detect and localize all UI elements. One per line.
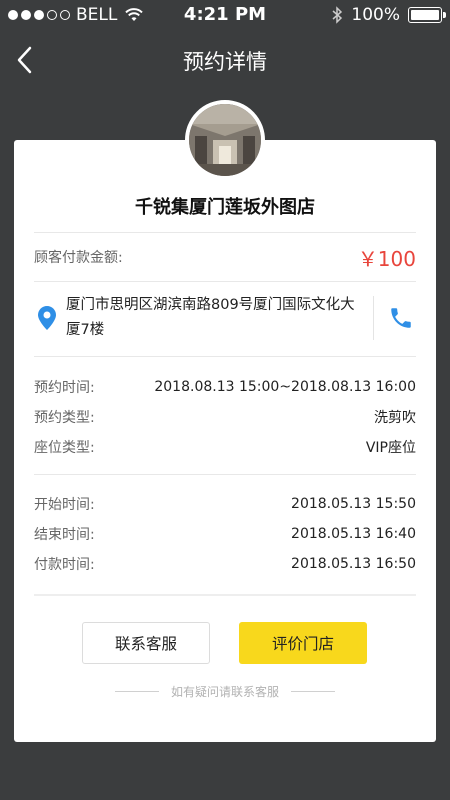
order-detail-card: 千锐集厦门莲坂外图店 顾客付款金额: ￥100 厦门市思明区湖滨南路809号厦门… [14, 140, 436, 742]
store-photo [189, 104, 261, 176]
address-separator [373, 296, 374, 340]
status-bar: BELL 4:21 PM 100% [0, 0, 450, 30]
location-pin-icon [38, 306, 56, 330]
store-name: 千锐集厦门莲坂外图店 [135, 197, 315, 218]
footer-line [114, 691, 159, 692]
booking-type-row: 预约类型: 洗剪吹 [34, 402, 416, 432]
bluetooth-icon [332, 6, 343, 24]
payment-amount: ￥100 [357, 246, 416, 271]
review-store-button[interactable]: 评价门店 [239, 622, 367, 664]
payment-row: 顾客付款金额: ￥100 [34, 242, 416, 272]
page-title: 预约详情 [183, 50, 267, 74]
info-value: VIP座位 [365, 440, 416, 456]
nav-bar: 预约详情 [0, 30, 450, 90]
divider [34, 474, 416, 475]
booking-time-row: 预约时间: 2018.08.13 15:00~2018.08.13 16:00 [34, 372, 416, 402]
store-address: 厦门市思明区湖滨南路809号厦门国际文化大厦7楼 [66, 297, 355, 338]
time-info: 开始时间: 2018.05.13 15:50 结束时间: 2018.05.13 … [34, 489, 416, 579]
battery-percent: 100% [351, 5, 400, 25]
info-label: 结束时间: [34, 527, 95, 543]
footer-text: 如有疑问请联系客服 [170, 685, 279, 699]
seat-type-row: 座位类型: VIP座位 [34, 432, 416, 462]
info-label: 预约时间: [34, 380, 95, 396]
divider [34, 594, 416, 596]
address-row[interactable]: 厦门市思明区湖滨南路809号厦门国际文化大厦7楼 [34, 292, 416, 344]
info-label: 预约类型: [34, 410, 95, 426]
start-time-row: 开始时间: 2018.05.13 15:50 [34, 489, 416, 519]
booking-info: 预约时间: 2018.08.13 15:00~2018.08.13 16:00 … [34, 372, 416, 462]
divider [34, 281, 416, 282]
payment-label: 顾客付款金额: [34, 250, 123, 266]
battery-group: 100% [332, 5, 446, 25]
pay-time-row: 付款时间: 2018.05.13 16:50 [34, 549, 416, 579]
info-value: 2018.05.13 16:50 [291, 556, 416, 572]
info-label: 座位类型: [34, 440, 95, 456]
battery-icon [408, 7, 446, 23]
footer-note: 如有疑问请联系客服 [14, 683, 436, 700]
end-time-row: 结束时间: 2018.05.13 16:40 [34, 519, 416, 549]
footer-line [291, 691, 335, 692]
info-value: 洗剪吹 [374, 410, 416, 426]
divider [34, 356, 416, 357]
store-avatar [185, 100, 265, 180]
phone-icon[interactable] [388, 305, 414, 331]
info-value: 2018.08.13 15:00~2018.08.13 16:00 [154, 379, 416, 395]
info-value: 2018.05.13 16:40 [291, 526, 416, 542]
contact-support-button[interactable]: 联系客服 [82, 622, 210, 664]
divider [34, 232, 416, 233]
info-label: 开始时间: [34, 497, 95, 513]
info-value: 2018.05.13 15:50 [291, 496, 416, 512]
info-label: 付款时间: [34, 557, 95, 573]
